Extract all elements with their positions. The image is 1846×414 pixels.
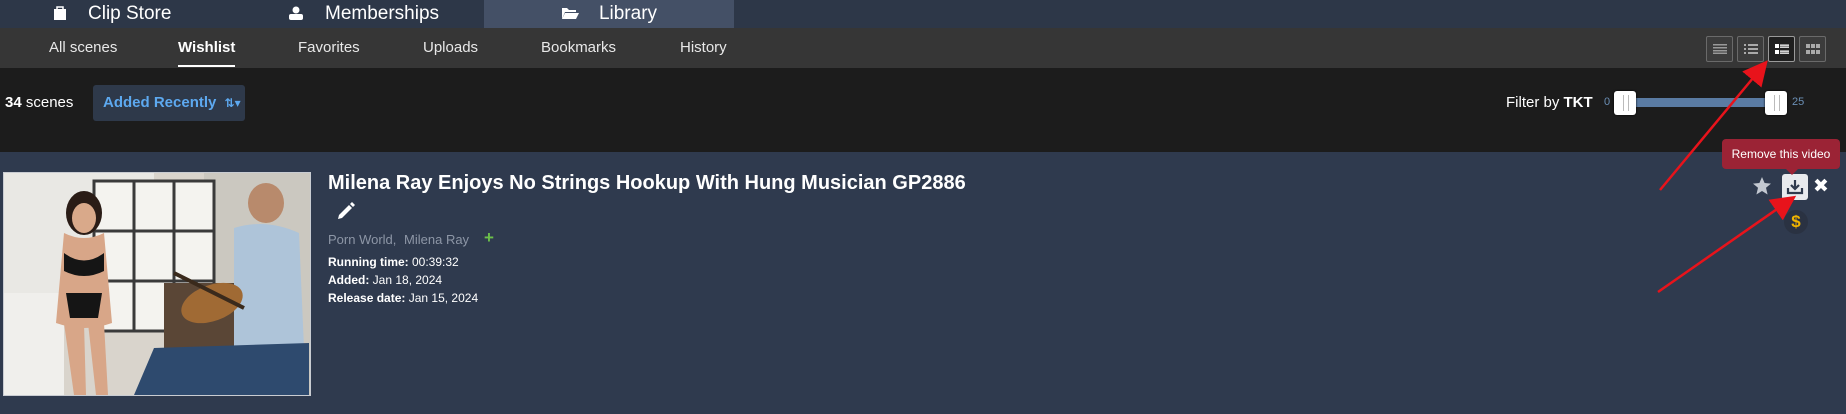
added-value: Jan 18, 2024: [372, 273, 443, 287]
download-tray-icon: [1786, 180, 1804, 195]
sort-icon: ⇅▾: [224, 96, 241, 110]
compact-list-icon: [1712, 44, 1727, 54]
edit-pencil-icon[interactable]: [336, 200, 356, 220]
grid-icon: [1805, 44, 1820, 54]
scene-title[interactable]: Milena Ray Enjoys No Strings Hookup With…: [328, 172, 966, 195]
remove-video-tooltip: Remove this video: [1722, 139, 1840, 175]
filter-label: Filter by TKT: [1506, 94, 1593, 111]
scene-count-label: scenes: [25, 94, 74, 111]
library-subnav: All scenes Wishlist Favorites Uploads Bo…: [0, 28, 1846, 68]
remove-video-button[interactable]: ✖: [1813, 176, 1829, 198]
filter-prefix: Filter by: [1506, 94, 1560, 111]
users-icon: [287, 6, 305, 25]
slider-max-handle[interactable]: [1765, 91, 1787, 115]
slider-max-value: 25: [1792, 96, 1805, 108]
shopping-bag-icon: [52, 6, 68, 25]
sort-label: Added Recently: [103, 94, 217, 111]
view-list-button[interactable]: [1737, 36, 1764, 62]
scene-count: 34 scenes: [5, 94, 73, 111]
added-label: Added:: [328, 273, 370, 287]
tab-clip-store[interactable]: Clip Store: [52, 0, 171, 28]
folder-open-icon: [561, 6, 579, 25]
tab-label: Clip Store: [88, 3, 172, 24]
running-time: Running time: 00:39:32: [328, 255, 459, 269]
subnav-wishlist[interactable]: Wishlist: [178, 28, 236, 68]
view-detail-list-button[interactable]: [1768, 36, 1795, 62]
view-grid-button[interactable]: [1799, 36, 1826, 62]
download-button[interactable]: [1782, 174, 1808, 200]
view-compact-list-button[interactable]: [1706, 36, 1733, 62]
tkt-range-slider[interactable]: [1624, 98, 1776, 107]
tab-label: Library: [598, 3, 658, 24]
star-icon[interactable]: [1752, 176, 1772, 196]
slider-min-handle[interactable]: [1614, 91, 1636, 115]
scene-thumbnail[interactable]: [3, 172, 311, 396]
subnav-bookmarks[interactable]: Bookmarks: [541, 28, 616, 68]
tab-memberships[interactable]: Memberships: [287, 0, 439, 28]
detail-list-icon: [1774, 43, 1789, 54]
added-date: Added: Jan 18, 2024: [328, 273, 442, 287]
release-label: Release date:: [328, 291, 406, 305]
tab-library[interactable]: Library: [484, 0, 734, 28]
close-icon: ✖: [1813, 176, 1829, 197]
subnav-all-scenes[interactable]: All scenes: [49, 28, 117, 68]
release-date: Release date: Jan 15, 2024: [328, 291, 478, 305]
release-value: Jan 15, 2024: [408, 291, 479, 305]
sort-dropdown[interactable]: Added Recently ⇅▾: [93, 85, 245, 121]
tab-label: Memberships: [325, 3, 440, 24]
filter-unit: TKT: [1563, 94, 1593, 111]
performer-link[interactable]: Milena Ray: [404, 232, 469, 247]
subnav-uploads[interactable]: Uploads: [423, 28, 478, 68]
view-mode-toggle: [1706, 36, 1826, 62]
add-performer-button[interactable]: +: [484, 228, 494, 248]
running-time-label: Running time:: [328, 255, 409, 269]
scene-list: Milena Ray Enjoys No Strings Hookup With…: [0, 152, 1846, 414]
subnav-favorites[interactable]: Favorites: [298, 28, 360, 68]
scene-count-number: 34: [5, 94, 22, 111]
list-icon: [1743, 44, 1758, 54]
running-time-value: 00:39:32: [412, 255, 459, 269]
slider-min-value: 0: [1604, 96, 1611, 108]
subnav-history[interactable]: History: [680, 28, 727, 68]
filter-bar: 34 scenes Added Recently ⇅▾ Filter by TK…: [0, 68, 1846, 152]
studio-link[interactable]: Porn World,: [328, 232, 396, 247]
scene-studio-performers: Porn World, Milena Ray: [328, 232, 469, 247]
purchase-dollar-icon[interactable]: $: [1784, 210, 1808, 234]
top-nav: Clip Store Memberships Library: [0, 0, 1846, 28]
